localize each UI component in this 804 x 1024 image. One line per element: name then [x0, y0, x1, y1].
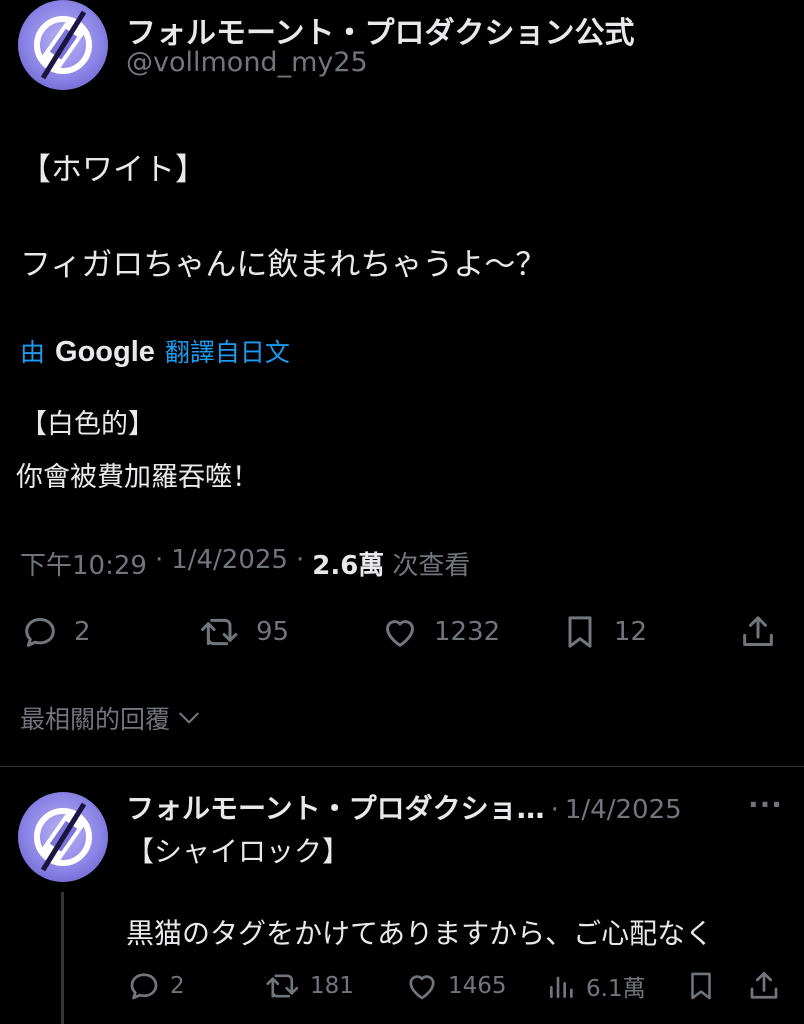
author-name[interactable]: フォルモーント・プロダクション公式: [126, 8, 635, 52]
reply-header: フォルモーント・プロダクショ… · 1/4/2025: [126, 787, 682, 827]
translated-line-1: 【白色的】: [20, 409, 155, 440]
bookmark-icon: [568, 616, 592, 648]
reply-text-line-1: 【シャイロック】: [126, 835, 351, 868]
analytics-icon: [550, 976, 573, 998]
logo-icon: [34, 10, 92, 80]
reply-button[interactable]: 2: [20, 612, 91, 652]
bookmark-count: 12: [614, 617, 648, 647]
reply-count: 2: [74, 617, 91, 647]
meta-separator: ·: [295, 545, 305, 575]
translation-prefix: 由: [20, 338, 46, 367]
reply-views-button[interactable]: 6.1萬: [546, 968, 646, 1004]
post-text-line-2: フィガロちゃんに飲まれちゃうよ～？: [20, 247, 547, 283]
post-meta: 下午10:29 · 1/4/2025 · 2.6萬 次查看: [20, 545, 470, 582]
reply-avatar[interactable]: [18, 792, 108, 882]
views-count: 2.6萬: [312, 551, 385, 581]
bookmark-button[interactable]: 12: [560, 612, 647, 652]
post-text-line-1: 【ホワイト】: [20, 152, 206, 188]
replies-sort-dropdown[interactable]: 最相關的回覆: [20, 700, 202, 736]
share-icon: [750, 971, 778, 999]
avatar[interactable]: [18, 0, 108, 90]
translation-label[interactable]: 翻譯自日文: [165, 333, 290, 369]
reply-views-count: 6.1萬: [586, 976, 646, 1002]
thread-line: [61, 892, 64, 1024]
replies-sort-label: 最相關的回覆: [20, 705, 171, 734]
repost-icon: [201, 618, 238, 646]
reply-repost-count: 181: [310, 973, 354, 999]
google-logo: Google: [55, 336, 155, 368]
reply-icon: [130, 973, 158, 1000]
views-label: 次查看: [392, 551, 471, 581]
repost-button[interactable]: 95: [198, 612, 289, 652]
heart-icon: [386, 620, 414, 647]
bookmark-icon: [691, 972, 711, 1000]
post-time[interactable]: 下午10:29: [20, 545, 147, 582]
reply-bookmark-button[interactable]: [684, 968, 718, 1004]
reply-author-name[interactable]: フォルモーント・プロダクショ…: [126, 787, 545, 827]
reply-icon: [25, 618, 55, 647]
repost-icon: [266, 974, 299, 998]
chevron-down-icon: [179, 712, 199, 724]
logo-icon: [34, 802, 92, 872]
like-count: 1232: [434, 617, 501, 647]
reply-repost-button[interactable]: 181: [264, 968, 354, 1004]
meta-separator: ·: [154, 545, 164, 575]
reply-reply-count: 2: [170, 973, 185, 999]
heart-icon: [409, 975, 435, 1000]
reply-separator: ·: [550, 795, 559, 825]
more-options-icon[interactable]: ···: [748, 788, 783, 821]
reply-like-button[interactable]: 1465: [404, 968, 507, 1004]
translated-line-2: 你會被費加羅吞噬！: [16, 462, 259, 493]
reply-text-line-2: 黒猫のタグをかけてありますから、ご心配なく: [126, 917, 714, 950]
reply-share-button[interactable]: [746, 968, 782, 1004]
repost-count: 95: [256, 617, 290, 647]
author-handle[interactable]: @vollmond_my25: [126, 47, 368, 78]
divider: [0, 766, 804, 767]
reply-like-count: 1465: [448, 973, 507, 999]
like-button[interactable]: 1232: [380, 612, 500, 652]
share-button[interactable]: [738, 612, 778, 652]
translation-note[interactable]: 由 Google 翻譯自日文: [20, 333, 290, 369]
post-date[interactable]: 1/4/2025: [171, 545, 288, 582]
reply-reply-button[interactable]: 2: [126, 968, 185, 1004]
share-icon: [743, 616, 773, 646]
reply-date[interactable]: 1/4/2025: [565, 795, 682, 825]
